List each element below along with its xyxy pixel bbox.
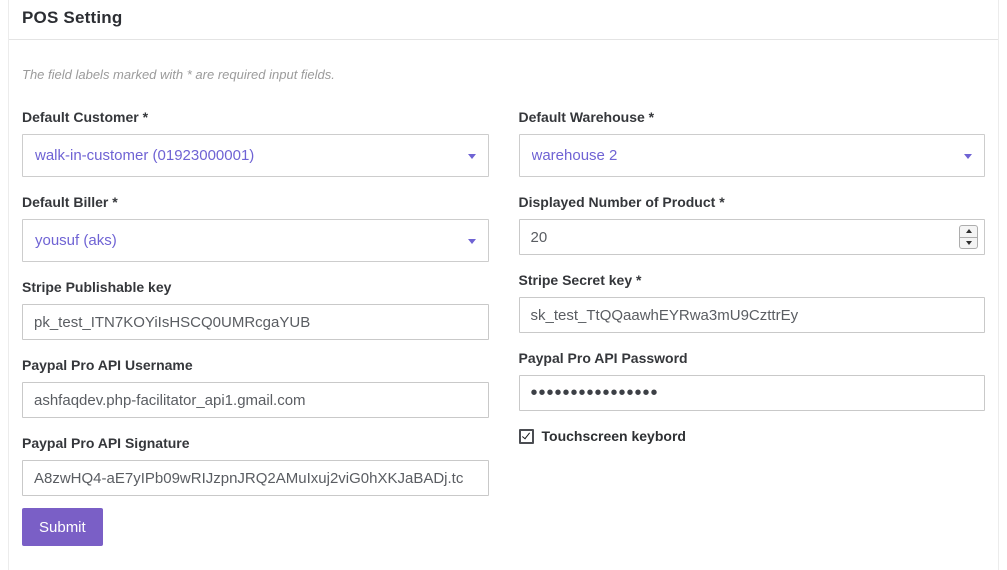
displayed-number-wrap [519, 219, 986, 255]
settings-form: Default Customer * walk-in-customer (019… [22, 109, 985, 496]
caret-down-icon [468, 239, 476, 244]
stripe-publishable-key-label: Stripe Publishable key [22, 279, 489, 295]
pos-setting-card: POS Setting The field labels marked with… [8, 0, 999, 570]
check-icon [521, 430, 529, 439]
paypal-api-signature-label: Paypal Pro API Signature [22, 435, 489, 451]
default-biller-label: Default Biller * [22, 194, 489, 210]
field-default-warehouse: Default Warehouse * warehouse 2 [519, 109, 986, 177]
stripe-publishable-key-input[interactable] [22, 304, 489, 340]
default-warehouse-select[interactable]: warehouse 2 [519, 134, 986, 177]
page-title: POS Setting [22, 8, 122, 27]
paypal-api-username-label: Paypal Pro API Username [22, 357, 489, 373]
displayed-number-label: Displayed Number of Product * [519, 194, 986, 210]
field-stripe-publishable-key: Stripe Publishable key [22, 279, 489, 340]
default-warehouse-label: Default Warehouse * [519, 109, 986, 125]
touchscreen-keyboard-label[interactable]: Touchscreen keybord [542, 428, 686, 444]
paypal-api-username-input[interactable] [22, 382, 489, 418]
field-default-customer: Default Customer * walk-in-customer (019… [22, 109, 489, 177]
stripe-secret-key-label: Stripe Secret key * [519, 272, 986, 288]
required-fields-note: The field labels marked with * are requi… [22, 67, 985, 82]
paypal-api-password-input[interactable] [519, 375, 986, 411]
field-displayed-number-of-product: Displayed Number of Product * [519, 194, 986, 255]
field-paypal-api-password: Paypal Pro API Password [519, 350, 986, 411]
triangle-up-icon [966, 229, 972, 233]
card-header: POS Setting [9, 0, 998, 40]
triangle-down-icon [966, 241, 972, 245]
stripe-secret-key-input[interactable] [519, 297, 986, 333]
paypal-api-password-label: Paypal Pro API Password [519, 350, 986, 366]
field-paypal-api-username: Paypal Pro API Username [22, 357, 489, 418]
submit-button[interactable]: Submit [22, 508, 103, 546]
stepper-up-button[interactable] [960, 226, 977, 238]
card-body: The field labels marked with * are requi… [9, 40, 998, 570]
displayed-number-input[interactable] [519, 219, 986, 255]
default-warehouse-value: warehouse 2 [532, 147, 618, 164]
stepper-down-button[interactable] [960, 238, 977, 249]
field-default-biller: Default Biller * yousuf (aks) [22, 194, 489, 262]
default-customer-value: walk-in-customer (01923000001) [35, 147, 254, 164]
caret-down-icon [468, 154, 476, 159]
field-paypal-api-signature: Paypal Pro API Signature [22, 435, 489, 496]
form-column-left: Default Customer * walk-in-customer (019… [22, 109, 489, 496]
form-column-right: Default Warehouse * warehouse 2 Displaye… [519, 109, 986, 444]
number-stepper [959, 225, 978, 249]
field-touchscreen-keyboard: Touchscreen keybord [519, 428, 986, 444]
paypal-api-signature-input[interactable] [22, 460, 489, 496]
default-customer-select[interactable]: walk-in-customer (01923000001) [22, 134, 489, 177]
default-biller-select[interactable]: yousuf (aks) [22, 219, 489, 262]
field-stripe-secret-key: Stripe Secret key * [519, 272, 986, 333]
default-customer-label: Default Customer * [22, 109, 489, 125]
default-biller-value: yousuf (aks) [35, 232, 117, 249]
touchscreen-keyboard-checkbox[interactable] [519, 429, 534, 444]
caret-down-icon [964, 154, 972, 159]
